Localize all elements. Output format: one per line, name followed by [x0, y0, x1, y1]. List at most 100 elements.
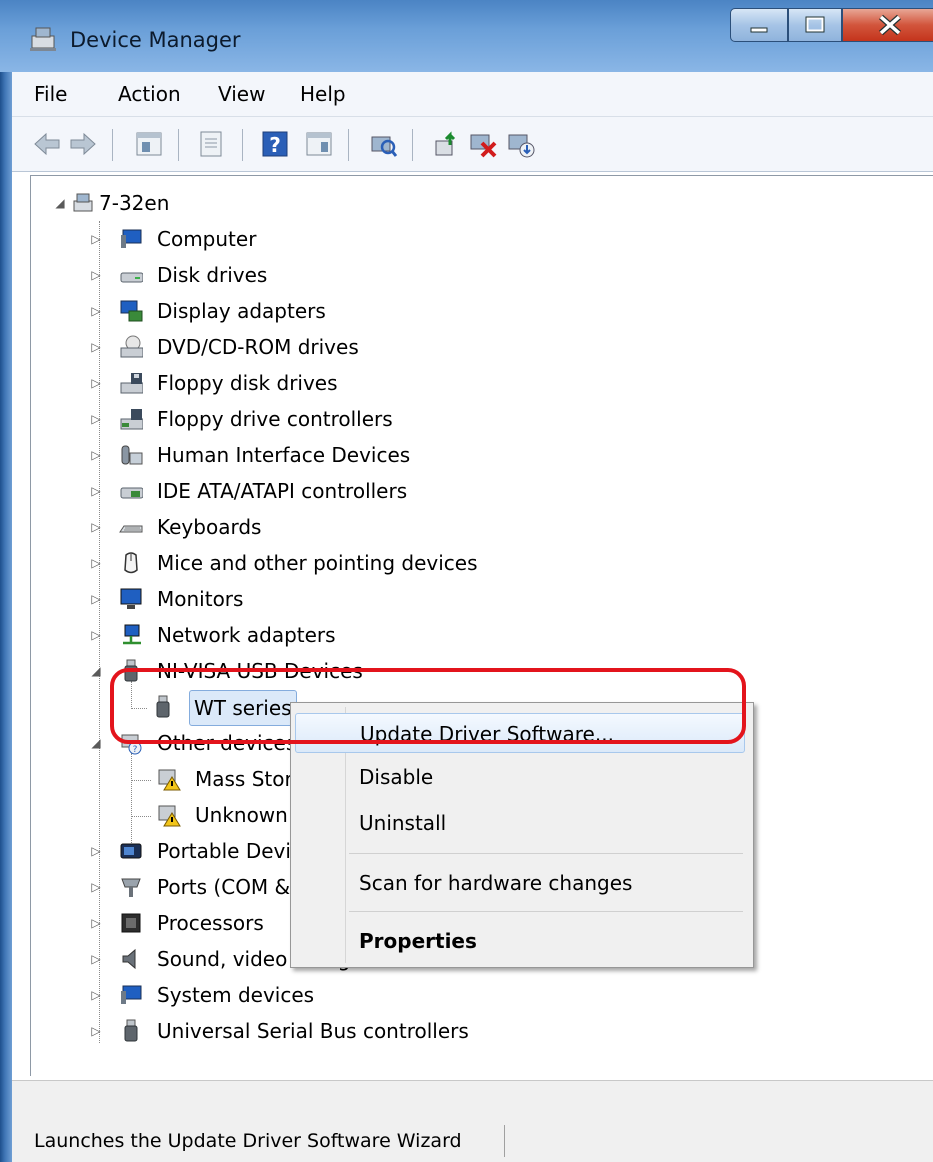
tree-item-label: Network adapters [157, 623, 336, 647]
expand-arrow-icon[interactable]: ▷ [89, 402, 103, 436]
minimize-button[interactable] [730, 8, 788, 42]
tree-item-label: System devices [157, 983, 315, 1007]
action-pane-icon[interactable] [304, 129, 334, 159]
network-adapter-icon [123, 624, 141, 645]
tree-item-network-adapters[interactable]: ▷ Network adapters [31, 618, 631, 652]
expand-arrow-icon[interactable]: ▷ [89, 366, 103, 400]
floppy-controller-icon [120, 409, 143, 430]
monitor-icon [120, 588, 142, 609]
tree-item-label: Keyboards [157, 515, 262, 539]
svg-text:?: ? [133, 745, 138, 755]
device-manager-icon [30, 27, 56, 51]
expand-arrow-icon[interactable]: ▷ [89, 834, 103, 868]
context-separator [349, 853, 743, 854]
toolbar-separator [348, 129, 349, 161]
title-bar[interactable]: Device Manager [0, 0, 933, 72]
tree-item-floppy-disk-drives[interactable]: ▷ Floppy disk drives [31, 366, 631, 400]
sound-icon [122, 948, 136, 970]
expand-arrow-icon[interactable]: ▷ [89, 438, 103, 472]
expand-arrow-icon[interactable]: ▷ [89, 1014, 103, 1048]
menu-bar: File Action View Help [12, 72, 933, 117]
context-properties[interactable]: Properties [295, 921, 745, 961]
expand-arrow-icon[interactable]: ▷ [89, 510, 103, 544]
status-bar: Launches the Update Driver Software Wiza… [12, 1080, 933, 1162]
expand-arrow-icon[interactable]: ▷ [89, 906, 103, 940]
expand-arrow-icon[interactable]: ▷ [89, 870, 103, 904]
context-scan-hardware[interactable]: Scan for hardware changes [295, 863, 745, 903]
tree-item-floppy-drive-controllers[interactable]: ▷ Floppy drive controllers [31, 402, 631, 436]
context-item-label: Scan for hardware changes [359, 871, 633, 895]
tree-item-label: Computer [157, 227, 257, 251]
context-uninstall[interactable]: Uninstall [295, 803, 745, 843]
expand-arrow-icon[interactable]: ▷ [89, 222, 103, 256]
tree-item-label: Disk drives [157, 263, 268, 287]
window-frame-left [0, 0, 12, 1162]
tree-item-label: Human Interface Devices [157, 443, 411, 467]
tree-item-label: IDE ATA/ATAPI controllers [157, 479, 408, 503]
keyboard-icon [119, 525, 143, 533]
tree-item-label: DVD/CD-ROM drives [157, 335, 359, 359]
tree-item-disk-drives[interactable]: ▷ Disk drives [31, 258, 631, 292]
computer-root-icon [73, 193, 93, 212]
toolbar-separator [412, 129, 413, 161]
menu-view[interactable]: View [218, 82, 265, 106]
context-disable[interactable]: Disable [295, 757, 745, 797]
show-hide-console-tree-icon[interactable] [134, 129, 164, 159]
menu-help[interactable]: Help [300, 82, 346, 106]
svg-text:?: ? [269, 133, 281, 157]
ide-icon [120, 487, 143, 499]
scan-hardware-icon[interactable] [368, 129, 398, 159]
port-icon [121, 878, 141, 897]
mouse-icon [124, 552, 138, 574]
tree-item-keyboards[interactable]: ▷ Keyboards [31, 510, 631, 544]
toolbar: ? [12, 117, 933, 172]
expand-arrow-icon[interactable]: ▷ [89, 978, 103, 1012]
update-driver-icon[interactable] [432, 129, 462, 159]
menu-file[interactable]: File [34, 82, 67, 106]
processor-icon [121, 913, 141, 933]
collapse-arrow-icon[interactable]: ◢ [53, 186, 67, 220]
maximize-button[interactable] [788, 8, 842, 42]
computer-icon [121, 229, 142, 248]
expand-arrow-icon[interactable]: ▷ [89, 294, 103, 328]
highlight-annotation [110, 668, 746, 744]
expand-arrow-icon[interactable]: ▷ [89, 474, 103, 508]
tree-item-mice[interactable]: ▷ Mice and other pointing devices [31, 546, 631, 580]
tree-item-ide-controllers[interactable]: ▷ IDE ATA/ATAPI controllers [31, 474, 631, 508]
display-adapter-icon [120, 300, 143, 322]
context-separator [349, 911, 743, 912]
expand-arrow-icon[interactable]: ▷ [89, 582, 103, 616]
tree-item-usb-controllers[interactable]: ▷ Universal Serial Bus controllers [31, 1014, 631, 1048]
expand-arrow-icon[interactable]: ▷ [89, 618, 103, 652]
expand-arrow-icon[interactable]: ▷ [89, 330, 103, 364]
help-icon[interactable]: ? [260, 129, 290, 159]
enable-icon[interactable] [506, 129, 536, 159]
back-arrow-icon[interactable] [32, 129, 62, 159]
collapse-arrow-icon[interactable]: ◢ [89, 726, 103, 760]
window-title: Device Manager [70, 28, 241, 52]
forward-arrow-icon[interactable] [68, 129, 98, 159]
toolbar-separator [242, 129, 243, 161]
tree-root[interactable]: ◢ 7-32en [31, 186, 631, 220]
collapse-arrow-icon[interactable]: ◢ [89, 654, 103, 688]
context-item-label: Disable [359, 765, 434, 789]
tree-item-display-adapters[interactable]: ▷ Display adapters [31, 294, 631, 328]
tree-root-label: 7-32en [99, 191, 170, 215]
tree-item-dvd-drives[interactable]: ▷ DVD/CD-ROM drives [31, 330, 631, 364]
expand-arrow-icon[interactable]: ▷ [89, 546, 103, 580]
warning-device-icon [158, 769, 181, 791]
tree-item-monitors[interactable]: ▷ Monitors [31, 582, 631, 616]
close-button[interactable] [842, 8, 933, 42]
menu-action[interactable]: Action [118, 82, 181, 106]
tree-item-computer[interactable]: ▷ Computer [31, 222, 631, 256]
context-item-label: Uninstall [359, 811, 447, 835]
device-manager-window: Device Manager File Action View Help ? ◢… [0, 0, 933, 1162]
tree-item-system-devices[interactable]: ▷ System devices [31, 978, 631, 1012]
properties-icon[interactable] [196, 129, 226, 159]
uninstall-icon[interactable] [468, 129, 498, 159]
warning-device-icon [158, 805, 181, 827]
tree-item-human-interface-devices[interactable]: ▷ Human Interface Devices [31, 438, 631, 472]
usb-controller-icon [124, 1019, 138, 1042]
expand-arrow-icon[interactable]: ▷ [89, 942, 103, 976]
expand-arrow-icon[interactable]: ▷ [89, 258, 103, 292]
